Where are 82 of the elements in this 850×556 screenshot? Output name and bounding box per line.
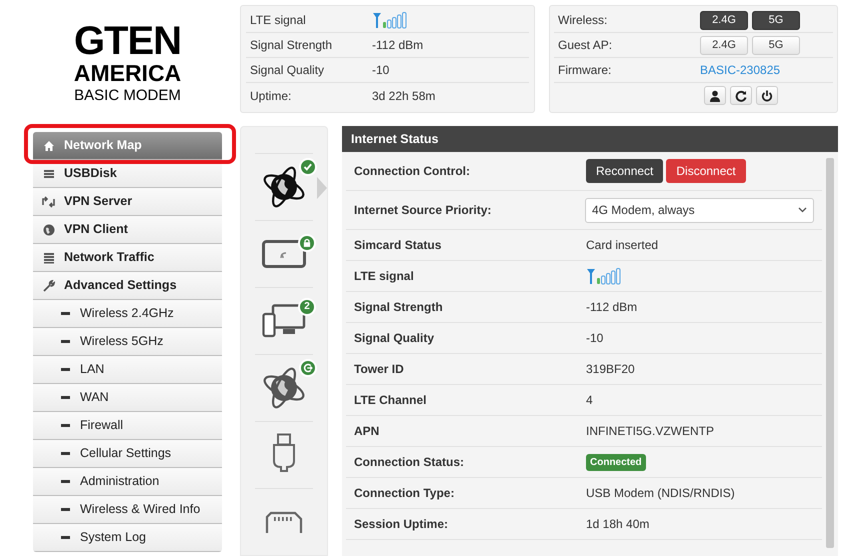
info-label: Signal Strength [250, 37, 334, 54]
reconnect-button[interactable]: Reconnect [586, 159, 664, 183]
user-icon [709, 90, 721, 102]
info-label: Signal Quality [250, 62, 326, 79]
user-button[interactable] [704, 86, 726, 105]
status-label: Internet Source Priority: [354, 202, 492, 219]
status-label: Tower ID [354, 361, 405, 378]
nav-item[interactable]: Network Map [33, 132, 222, 160]
globe-icon [42, 224, 54, 236]
nav-subitem[interactable]: Wireless 2.4GHz [33, 300, 222, 328]
brand-region: AMERICA [74, 60, 182, 86]
power-button[interactable] [756, 86, 778, 105]
status-label: Signal Quality [354, 330, 436, 347]
chevron-down-icon [798, 207, 807, 213]
count-badge: 2 [298, 298, 316, 316]
globe-icon [261, 164, 307, 210]
brand-logo: GTEN [74, 22, 182, 60]
status-value: -112 dBm [586, 299, 638, 316]
info-label: LTE signal [250, 12, 307, 29]
status-label: Connection Status: [354, 454, 465, 471]
info-label: Firmware: [558, 62, 612, 79]
nav-item[interactable]: VPN Server [33, 188, 222, 216]
devices-icon [262, 304, 306, 338]
status-value: INFINETI5G.VZWENTP [586, 423, 714, 440]
tablet-icon [262, 240, 306, 268]
status-value: USB Modem (NDIS/RNDIS) [586, 485, 735, 502]
nav-item[interactable]: VPN Client [33, 216, 222, 244]
nav-item[interactable]: Network Traffic [33, 244, 222, 272]
arrows-icon [42, 196, 55, 208]
nav-subitem[interactable]: Cellular Settings [33, 440, 222, 468]
status-value: 3d 22h 58m [372, 88, 436, 104]
source-select[interactable]: 4G Modem, always [584, 198, 814, 222]
nav-item[interactable]: Advanced Settings [33, 272, 222, 300]
nav-subitem[interactable]: Firewall [33, 412, 222, 440]
disconnect-button[interactable]: Disconnect [666, 159, 746, 183]
scrollbar[interactable] [826, 158, 834, 548]
panel-header: Internet Status [342, 126, 838, 152]
status-value: 1d 18h 40m [586, 516, 650, 533]
status-label: LTE Channel [354, 392, 428, 409]
product-name: BASIC MODEM [74, 86, 181, 106]
status-value: 4 [586, 392, 593, 409]
toggle-button[interactable]: 2.4G [700, 36, 748, 54]
status-value: -10 [372, 62, 390, 79]
nav-subitem[interactable]: System Log [33, 524, 222, 552]
signal-icon [372, 11, 408, 29]
refresh-button[interactable] [730, 86, 752, 105]
lock-badge-icon [298, 234, 316, 252]
list-icon [42, 168, 54, 180]
globe-icon [261, 364, 307, 410]
status-value: -10 [586, 330, 604, 347]
status-value: Card inserted [586, 237, 658, 254]
info-label: Guest AP: [558, 37, 614, 54]
network-node[interactable]: 2 [241, 287, 327, 354]
status-label: Connection Type: [354, 485, 456, 502]
status-badge: Connected [586, 454, 646, 470]
status-label: LTE signal [354, 268, 415, 285]
sd-card-icon [265, 510, 303, 532]
status-value: -112 dBm [372, 37, 424, 54]
status-label: Signal Strength [354, 299, 444, 316]
refresh-icon [735, 90, 747, 102]
info-label: Uptime: [250, 88, 292, 104]
status-label: Connection Control: [354, 163, 471, 180]
nav-subitem[interactable]: Wireless & Wired Info [33, 496, 222, 524]
power-icon [761, 90, 773, 102]
share-badge-icon [299, 358, 317, 376]
check-badge-icon [299, 158, 317, 176]
nav-subitem[interactable]: LAN [33, 356, 222, 384]
nav-subitem[interactable]: Administration [33, 468, 222, 496]
toggle-button[interactable]: 2.4G [700, 10, 748, 30]
nav-subitem[interactable]: WAN [33, 384, 222, 412]
status-value: 319BF20 [586, 361, 635, 378]
toggle-button[interactable]: 5G [752, 10, 800, 30]
nav-subitem[interactable]: Wireless 5GHz [33, 328, 222, 356]
info-label: Wireless: [558, 12, 608, 29]
status-label: APN [354, 423, 380, 440]
wrench-icon [42, 280, 54, 292]
signal-icon [586, 267, 622, 285]
toggle-button[interactable]: 5G [752, 36, 800, 54]
home-icon [42, 140, 54, 152]
list-icon [42, 252, 54, 264]
status-label: Simcard Status [354, 237, 442, 254]
status-label: Session Uptime: [354, 516, 450, 533]
